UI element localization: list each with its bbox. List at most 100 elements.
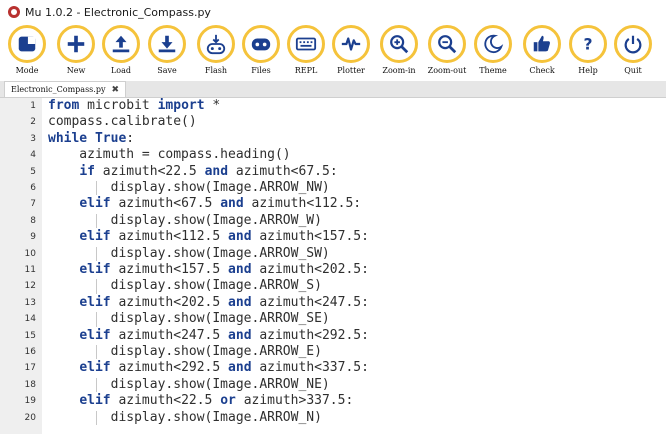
code-line: 4 azimuth = compass.heading(): [0, 147, 666, 163]
line-number: 18: [24, 379, 36, 390]
code-line: 17 elif azimuth<292.5 and azimuth<337.5:: [0, 360, 666, 376]
zoom-out-button[interactable]: Zoom-out: [425, 25, 469, 75]
power-icon: [614, 25, 652, 63]
pulse-icon: [332, 25, 370, 63]
code-text: elif azimuth<202.5 and azimuth<247.5:: [79, 294, 369, 310]
code-line: 11 elif azimuth<157.5 and azimuth<202.5:: [0, 262, 666, 278]
line-number: 1: [30, 101, 36, 111]
check-button[interactable]: Check: [520, 25, 564, 75]
indent-guide: [96, 279, 97, 294]
line-number: 7: [30, 199, 36, 210]
theme-label: Theme: [479, 66, 507, 75]
zoom-in-label: Zoom-in: [382, 66, 416, 75]
code-text: elif azimuth<292.5 and azimuth<337.5:: [79, 360, 369, 376]
title-bar: Mu 1.0.2 - Electronic_Compass.py: [0, 0, 666, 24]
plotter-button[interactable]: Plotter: [329, 25, 373, 75]
mode-button[interactable]: Mode: [5, 25, 49, 75]
plotter-label: Plotter: [337, 66, 365, 75]
save-button[interactable]: Save: [145, 25, 189, 75]
window-title: Mu 1.0.2 - Electronic_Compass.py: [25, 5, 211, 19]
help-label: Help: [578, 66, 598, 75]
code-line: 13 elif azimuth<202.5 and azimuth<247.5:: [0, 295, 666, 311]
svg-text:?: ?: [583, 36, 592, 54]
indent-guide: [96, 377, 97, 393]
flash-button[interactable]: Flash: [194, 25, 238, 75]
line-number: 2: [30, 117, 36, 128]
code-line: 18 display.show(Image.ARROW_NE): [0, 377, 666, 393]
indent-guide: [96, 181, 97, 196]
code-text: elif azimuth<112.5 and azimuth<157.5:: [79, 229, 369, 245]
plus-icon: [57, 25, 95, 63]
load-button[interactable]: Load: [99, 25, 143, 75]
code-text: display.show(Image.ARROW_W): [48, 212, 322, 228]
toolbar: Mode New Load Save Flash Files REPL Plotter Zoom…: [0, 24, 666, 80]
download-icon: [148, 25, 186, 63]
repl-button[interactable]: REPL: [284, 25, 328, 75]
theme-button[interactable]: Theme: [471, 25, 515, 75]
code-line: 10 display.show(Image.ARROW_SW): [0, 246, 666, 262]
tab-electronic-compass[interactable]: Electronic_Compass.py ✖: [4, 81, 127, 97]
line-number: 6: [30, 183, 36, 193]
zoom-out-icon: [428, 25, 466, 63]
files-button[interactable]: Files: [239, 25, 283, 75]
zoom-in-icon: [380, 25, 418, 63]
code-line: 9 elif azimuth<112.5 and azimuth<157.5:: [0, 229, 666, 245]
flash-icon: [197, 25, 235, 63]
check-label: Check: [529, 66, 555, 75]
indent-guide: [96, 345, 97, 360]
line-number: 14: [24, 314, 36, 325]
code-text: display.show(Image.ARROW_SW): [48, 245, 330, 261]
code-editor[interactable]: 1 from microbit import * 2 compass.calibrat…: [0, 98, 666, 434]
line-number: 12: [24, 281, 36, 292]
indent-guide: [96, 246, 97, 261]
line-number: 15: [24, 330, 36, 341]
code-line: 19 elif azimuth<22.5 or azimuth>337.5:: [0, 393, 666, 409]
code-text: display.show(Image.ARROW_NW): [48, 180, 330, 195]
keyboard-icon: [287, 25, 325, 63]
code-line: 7 elif azimuth<67.5 and azimuth<112.5:: [0, 196, 666, 212]
line-number: 11: [24, 265, 36, 275]
code-text: while True:: [48, 130, 135, 146]
code-text: display.show(Image.ARROW_N): [48, 409, 322, 425]
new-label: New: [66, 66, 86, 75]
files-label: Files: [251, 66, 271, 75]
tab-label: Electronic_Compass.py: [11, 85, 106, 94]
code-line: 6 display.show(Image.ARROW_NW): [0, 180, 666, 196]
code-line: 5 if azimuth<22.5 and azimuth<67.5:: [0, 164, 666, 180]
moon-icon: [474, 25, 512, 63]
code-text: display.show(Image.ARROW_S): [48, 278, 322, 294]
code-line: 12 display.show(Image.ARROW_S): [0, 278, 666, 294]
code-line: 15 elif azimuth<247.5 and azimuth<292.5:: [0, 328, 666, 344]
code-line: 14 display.show(Image.ARROW_SE): [0, 311, 666, 327]
line-number: 8: [30, 215, 36, 226]
zoom-in-button[interactable]: Zoom-in: [377, 25, 421, 75]
code-text: elif azimuth<247.5 and azimuth<292.5:: [79, 327, 369, 343]
new-button[interactable]: New: [54, 25, 98, 75]
code-line: 3 while True:: [0, 131, 666, 147]
question-icon: ?: [569, 25, 607, 63]
code-text: from microbit import *: [48, 98, 221, 113]
code-text: if azimuth<22.5 and azimuth<67.5:: [79, 163, 338, 179]
indent-guide: [96, 410, 97, 425]
code-text: display.show(Image.ARROW_E): [48, 344, 322, 359]
mode-icon: [8, 25, 46, 63]
files-icon: [242, 25, 280, 63]
line-number: 10: [24, 248, 36, 259]
flash-label: Flash: [204, 66, 228, 75]
quit-button[interactable]: Quit: [611, 25, 655, 75]
upload-icon: [102, 25, 140, 63]
code-line: 2 compass.calibrate(): [0, 114, 666, 130]
line-number: 19: [24, 396, 36, 407]
zoom-out-label: Zoom-out: [427, 66, 467, 75]
mu-logo-icon: [8, 6, 20, 18]
line-number: 17: [24, 363, 36, 374]
close-icon[interactable]: ✖: [111, 85, 119, 95]
code-line: 1 from microbit import *: [0, 98, 666, 114]
indent-guide: [96, 213, 97, 229]
code-text: display.show(Image.ARROW_NE): [48, 376, 330, 392]
help-button[interactable]: ? Help: [566, 25, 610, 75]
code-text: elif azimuth<67.5 and azimuth<112.5:: [79, 196, 362, 212]
thumbs-up-icon: [523, 25, 561, 63]
code-text: azimuth = compass.heading(): [48, 147, 291, 163]
save-label: Save: [157, 66, 177, 75]
